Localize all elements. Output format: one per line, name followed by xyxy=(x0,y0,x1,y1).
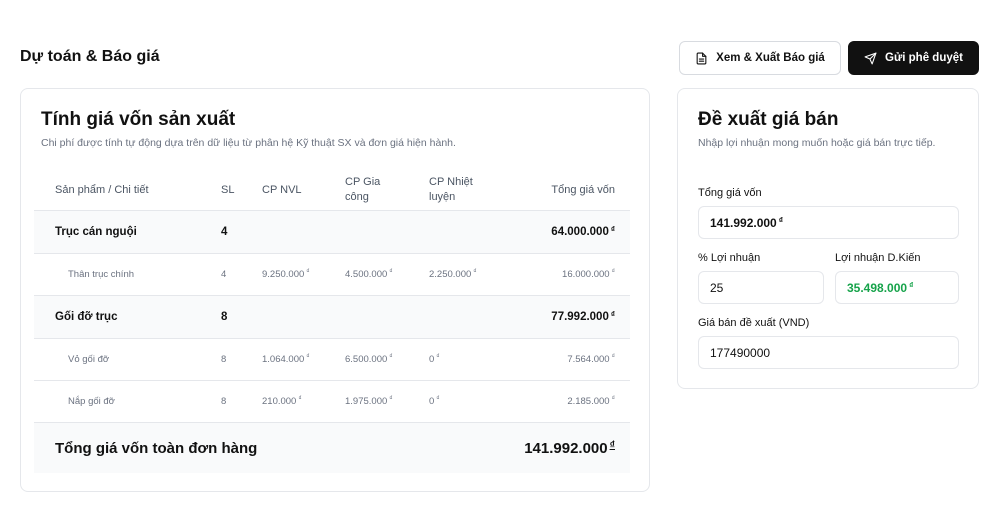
cost-table: Sản phẩm / Chi tiết SL CP NVL CP Gia côn… xyxy=(34,169,630,473)
column-header-qty: SL xyxy=(221,184,235,196)
cell-heat: 0 ₫ xyxy=(429,353,440,365)
submit-approval-button[interactable]: Gửi phê duyệt xyxy=(848,41,979,75)
cell-name: Trục cán nguội xyxy=(55,226,137,238)
order-total-row: Tổng giá vốn toàn đơn hàng 141.992.000 ₫ xyxy=(34,423,630,473)
expected-profit-field: 35.498.000 ₫ xyxy=(835,271,959,304)
cell-name: Gối đỡ trục xyxy=(55,311,118,323)
preview-export-quote-label: Xem & Xuất Báo giá xyxy=(716,52,825,64)
suggested-price-input[interactable]: 177490000 xyxy=(698,336,959,369)
cell-processing: 4.500.000 ₫ xyxy=(345,268,393,280)
column-header-processing: CP Gia công xyxy=(345,176,381,203)
cell-total: 64.000.000 ₫ xyxy=(551,224,615,239)
cost-total-field: 141.992.000 ₫ xyxy=(698,206,959,239)
cell-qty: 4 xyxy=(221,226,228,238)
table-body: Trục cán nguội 4 64.000.000 ₫ Thân trục chín… xyxy=(34,211,630,423)
cell-qty: 8 xyxy=(221,311,228,323)
cell-total: 77.992.000 ₫ xyxy=(551,309,615,324)
column-header-nvl: CP NVL xyxy=(262,184,302,196)
send-icon xyxy=(864,52,877,65)
profit-percent-label: % Lợi nhuận xyxy=(698,252,761,264)
page-title: Dự toán & Báo giá xyxy=(20,48,160,65)
cell-qty: 8 xyxy=(221,396,227,407)
table-header: Sản phẩm / Chi tiết SL CP NVL CP Gia côn… xyxy=(34,169,630,211)
cell-qty: 4 xyxy=(221,269,227,280)
order-total-value: 141.992.000 ₫ xyxy=(524,439,615,457)
column-header-heat: CP Nhiệt luyện xyxy=(429,176,473,203)
price-card-title: Đề xuất giá bán xyxy=(698,109,839,130)
document-icon xyxy=(695,52,708,65)
order-total-label: Tổng giá vốn toàn đơn hàng xyxy=(55,439,258,457)
expected-profit-label: Lợi nhuận D.Kiến xyxy=(835,252,921,264)
cell-total: 2.185.000 ₫ xyxy=(567,395,615,407)
cell-heat: 0 ₫ xyxy=(429,395,440,407)
column-header-product: Sản phẩm / Chi tiết xyxy=(55,184,149,196)
cell-name: Vỏ gối đỡ xyxy=(68,354,110,365)
cost-card-title: Tính giá vốn sản xuất xyxy=(41,109,236,130)
product-row: Gối đỡ trục 8 77.992.000 ₫ xyxy=(34,296,630,339)
cost-total-label: Tổng giá vốn xyxy=(698,187,762,199)
detail-row: Nắp gối đỡ 8 210.000 ₫ 1.975.000 ₫ 0 ₫ 2.185.000… xyxy=(34,381,630,423)
currency-symbol: ₫ xyxy=(609,439,615,451)
cell-total: 7.564.000 ₫ xyxy=(567,353,615,365)
suggested-price-label: Giá bán đề xuất (VND) xyxy=(698,317,810,329)
cell-heat: 2.250.000 ₫ xyxy=(429,268,477,280)
cell-name: Thân trục chính xyxy=(68,269,135,280)
cell-nvl: 210.000 ₫ xyxy=(262,395,302,407)
preview-export-quote-button[interactable]: Xem & Xuất Báo giá xyxy=(679,41,841,75)
detail-row: Thân trục chính 4 9.250.000 ₫ 4.500.000 ₫ 2.25… xyxy=(34,254,630,296)
cell-nvl: 9.250.000 ₫ xyxy=(262,268,310,280)
submit-approval-label: Gửi phê duyệt xyxy=(885,52,963,64)
column-header-total: Tổng giá vốn xyxy=(551,184,615,196)
price-proposal-card: Đề xuất giá bán Nhập lợi nhuận mong muốn… xyxy=(677,88,979,389)
profit-percent-input[interactable]: 25 xyxy=(698,271,824,304)
cost-calculation-card: Tính giá vốn sản xuất Chi phí được tính … xyxy=(20,88,650,492)
cell-nvl: 1.064.000 ₫ xyxy=(262,353,310,365)
cell-processing: 6.500.000 ₫ xyxy=(345,353,393,365)
cost-card-subtitle: Chi phí được tính tự động dựa trên dữ li… xyxy=(41,137,456,149)
product-row: Trục cán nguội 4 64.000.000 ₫ xyxy=(34,211,630,254)
detail-row: Vỏ gối đỡ 8 1.064.000 ₫ 6.500.000 ₫ 0 ₫ 7.564.00… xyxy=(34,339,630,381)
cell-qty: 8 xyxy=(221,354,227,365)
cell-total: 16.000.000 ₫ xyxy=(562,268,615,280)
cell-name: Nắp gối đỡ xyxy=(68,396,115,407)
cell-processing: 1.975.000 ₫ xyxy=(345,395,393,407)
price-card-subtitle: Nhập lợi nhuận mong muốn hoặc giá bán tr… xyxy=(698,137,936,149)
